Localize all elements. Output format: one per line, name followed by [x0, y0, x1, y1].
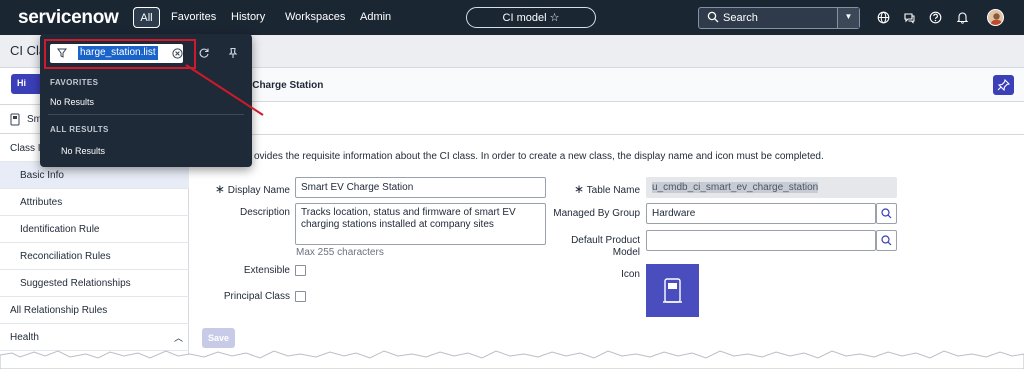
- top-navigation: servicenow All Favorites History Workspa…: [0, 0, 1024, 35]
- search-placeholder: Search: [723, 12, 758, 24]
- charging-station-icon: [663, 278, 682, 303]
- app-frame: servicenow All Favorites History Workspa…: [0, 0, 1024, 369]
- search-icon: [707, 11, 719, 23]
- torn-edge-decoration: [0, 350, 1024, 369]
- extensible-checkbox[interactable]: [295, 265, 306, 276]
- search-icon: [881, 235, 892, 246]
- nav-all-tab[interactable]: All: [133, 7, 160, 28]
- managed-by-label: Managed By Group: [553, 208, 640, 219]
- required-marker: ∗: [214, 182, 225, 196]
- table-name-value: u_cmdb_ci_smart_ev_charge_station: [652, 182, 819, 193]
- all-results-empty-text: No Results: [61, 146, 106, 156]
- nav-workspaces-tab[interactable]: Workspaces: [285, 11, 345, 23]
- table-name-label-text: Table Name: [586, 185, 640, 196]
- context-pill[interactable]: CI model ☆: [466, 7, 596, 28]
- tab-strip: [189, 102, 1024, 135]
- max-characters-hint: Max 255 characters: [296, 247, 384, 258]
- icon-label: Icon: [621, 269, 640, 280]
- default-product-lookup-button[interactable]: [876, 230, 897, 251]
- popup-divider: [48, 114, 244, 115]
- default-product-model-label: Default Product Model: [545, 235, 640, 259]
- avatar-image: [991, 13, 1002, 25]
- left-item-identification-rule[interactable]: Identification Rule: [0, 216, 189, 243]
- refresh-icon[interactable]: [198, 47, 210, 59]
- display-name-label: ∗ Display Name: [210, 182, 290, 196]
- main-header: t EV Charge Station: [189, 68, 1024, 102]
- favorites-header: FAVORITES: [50, 78, 99, 87]
- managed-by-input[interactable]: Hardware: [646, 203, 876, 224]
- servicenow-logo[interactable]: servicenow: [18, 7, 119, 29]
- principal-class-label: Principal Class: [223, 291, 290, 302]
- required-marker-2: ∗: [573, 182, 585, 196]
- pin-icon: [997, 78, 1011, 92]
- display-name-label-text: Display Name: [227, 185, 290, 196]
- help-icon[interactable]: [929, 11, 942, 24]
- global-search[interactable]: Search ▼: [698, 7, 860, 29]
- left-item-reconciliation-rules[interactable]: Reconciliation Rules: [0, 243, 189, 270]
- class-icon-picker[interactable]: [646, 264, 699, 317]
- table-name-field: u_cmdb_ci_smart_ev_charge_station: [646, 177, 897, 198]
- nav-history-tab[interactable]: History: [231, 11, 265, 23]
- user-avatar[interactable]: [987, 9, 1004, 26]
- principal-class-checkbox[interactable]: [295, 291, 306, 302]
- search-icon: [881, 208, 892, 219]
- left-item-suggested-relationships[interactable]: Suggested Relationships: [0, 270, 189, 297]
- managed-by-lookup-button[interactable]: [876, 203, 897, 224]
- health-label: Health: [10, 332, 39, 343]
- section-all-relationship-rules[interactable]: All Relationship Rules: [0, 297, 189, 324]
- bell-icon[interactable]: [956, 11, 969, 24]
- default-product-label-line2: Model: [612, 247, 640, 258]
- table-name-label: ∗ Table Name: [560, 182, 640, 196]
- nav-favorites-tab[interactable]: Favorites: [171, 11, 216, 23]
- search-scope-dropdown[interactable]: ▼: [837, 8, 859, 28]
- class-icon: [10, 113, 20, 126]
- all-results-header: ALL RESULTS: [50, 125, 109, 134]
- chevron-up-icon[interactable]: ︿: [174, 331, 183, 344]
- default-product-model-input[interactable]: [646, 230, 876, 251]
- description-textarea[interactable]: Tracks location, status and firmware of …: [295, 203, 546, 245]
- annotation-highlight-box: [44, 39, 196, 69]
- pin-button[interactable]: [993, 75, 1014, 95]
- description-label: Description: [239, 207, 290, 218]
- form-description: ovides the requisite information about t…: [254, 151, 824, 162]
- globe-icon[interactable]: [877, 11, 890, 24]
- all-menu-popup: harge_station.list FAVORITES No Results …: [40, 34, 252, 167]
- left-item-attributes[interactable]: Attributes: [0, 189, 189, 216]
- display-name-input[interactable]: Smart EV Charge Station: [295, 177, 546, 198]
- extensible-label: Extensible: [243, 265, 290, 276]
- hierarchy-button[interactable]: Hi: [11, 74, 43, 94]
- chat-icon[interactable]: [903, 11, 916, 24]
- favorites-empty-text: No Results: [50, 97, 95, 107]
- pin-icon[interactable]: [227, 47, 239, 59]
- logo-text: servicenow: [18, 7, 119, 28]
- default-product-label-line1: Default Product: [571, 235, 640, 246]
- nav-admin-tab[interactable]: Admin: [360, 11, 391, 23]
